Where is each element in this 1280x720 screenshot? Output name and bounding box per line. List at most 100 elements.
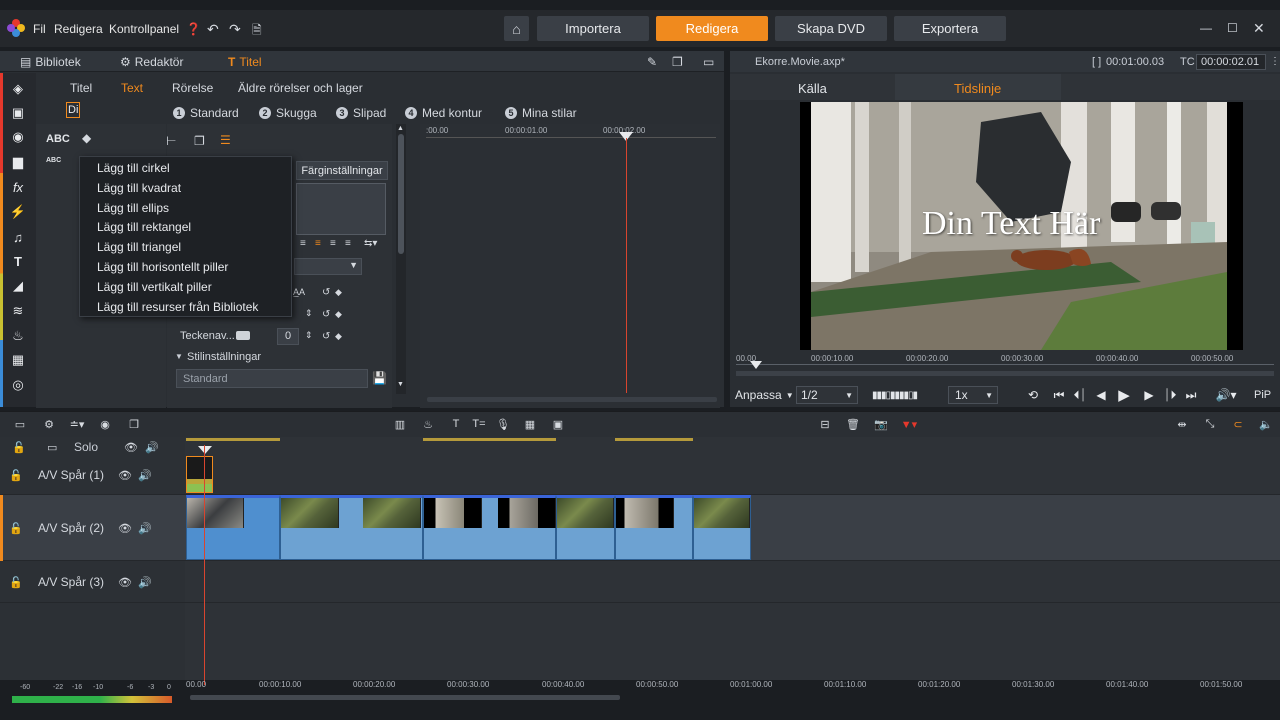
next-frame-icon[interactable]: ⏐⏵ — [1161, 386, 1179, 404]
style-standard[interactable]: 1 Standard — [173, 106, 239, 120]
title-clip[interactable] — [186, 456, 213, 493]
mode-import[interactable]: Importera — [537, 16, 649, 41]
lock-icon[interactable]: 🔓 — [9, 469, 23, 482]
layout-icon[interactable]: ▭ — [703, 55, 714, 69]
layer-name-field[interactable]: Di — [66, 102, 80, 118]
mode-create-dvd[interactable]: Skapa DVD — [775, 16, 887, 41]
eye-icon[interactable]: 👁 — [118, 469, 132, 482]
properties-scrollbar[interactable] — [396, 124, 406, 394]
subtab-motion[interactable]: Rörelse — [172, 81, 213, 95]
timeline-layout-icon[interactable]: ▭ — [12, 416, 28, 432]
monitor-icon[interactable]: ▭ — [47, 441, 57, 454]
motion-icon[interactable]: ◢ — [9, 277, 27, 295]
menu-edit[interactable]: Redigera — [54, 22, 103, 36]
storyboard-icon[interactable]: ❐ — [126, 416, 142, 432]
audio-scrub-icon[interactable]: ▮▮▮▯▮▮▮▮▯▮ — [872, 386, 918, 404]
menu-item-add-horizontal-pill[interactable]: Lägg till horisontellt piller — [80, 258, 291, 278]
save-style-icon[interactable]: 💾 — [372, 371, 387, 385]
audio-ducking-icon[interactable]: ♨ — [420, 416, 436, 432]
keyframe-icon[interactable]: ◆ — [335, 309, 342, 320]
timeline-playhead[interactable] — [204, 445, 205, 685]
track-options-icon[interactable]: ≐▾ — [66, 416, 88, 432]
align-right-text-icon[interactable]: ≡ — [330, 238, 336, 249]
step-forward-icon[interactable]: ▶ — [1140, 386, 1158, 404]
speaker-icon[interactable]: 🔊 — [138, 469, 152, 482]
align-left-icon[interactable]: ⊢ — [166, 134, 176, 148]
timecode-field[interactable]: 00:00:02.01 — [1196, 54, 1266, 70]
tab-library[interactable]: ▤ Bibliotek — [20, 55, 81, 69]
timeline-settings-icon[interactable]: ⚙ — [41, 416, 57, 432]
menu-item-add-square[interactable]: Lägg till kvadrat — [80, 179, 291, 199]
align-left-text-icon[interactable]: ≡ — [300, 238, 306, 249]
copy-icon[interactable]: ❐ — [672, 55, 683, 69]
eye-icon[interactable]: 👁 — [118, 576, 132, 589]
video-clip[interactable] — [615, 495, 693, 560]
pin-icon[interactable]: ✎ — [647, 55, 657, 69]
marker-icon[interactable]: ▼▾ — [897, 416, 921, 432]
cut-icon[interactable]: ⊟ — [817, 416, 833, 432]
mode-edit[interactable]: Redigera — [656, 16, 768, 41]
menu-item-add-vertical-pill[interactable]: Lägg till vertikalt piller — [80, 278, 291, 298]
menu-item-add-circle[interactable]: Lägg till cirkel — [80, 159, 291, 179]
prev-frame-icon[interactable]: ⏴⏐ — [1071, 386, 1089, 404]
subtab-text[interactable]: Text — [121, 81, 143, 95]
speaker-icon[interactable]: 🔊 — [138, 576, 152, 589]
menu-item-add-ellipse[interactable]: Lägg till ellips — [80, 199, 291, 219]
lock-icon[interactable]: 🔓 — [12, 441, 26, 454]
stack-icon[interactable]: ≋ — [9, 302, 27, 320]
audio-scrub-icon[interactable]: 🔈 — [1258, 416, 1274, 432]
effects-icon[interactable]: fx — [9, 178, 27, 196]
undo-icon[interactable]: ↶ — [207, 21, 219, 38]
timeline-scrollbar[interactable] — [190, 695, 620, 700]
reset-icon[interactable]: ↺ — [322, 331, 330, 342]
film-icon[interactable]: ▦ — [9, 351, 27, 369]
keyframe-icon[interactable]: ◆ — [335, 287, 342, 298]
add-shape-icon[interactable]: ◆ — [82, 131, 91, 145]
scroll-up-icon[interactable]: ▲ — [397, 125, 404, 132]
audio-levels-icon[interactable]: ▥ — [392, 416, 408, 432]
reset-icon[interactable]: ↺ — [322, 287, 330, 298]
speaker-icon[interactable]: 🔊 — [138, 522, 152, 535]
transition-icon[interactable]: ⚡ — [9, 203, 27, 221]
menu-item-add-triangle[interactable]: Lägg till triangel — [80, 238, 291, 258]
video-clip[interactable] — [556, 495, 615, 560]
collapse-icon[interactable]: ▼ — [175, 352, 183, 361]
title-motion-icon[interactable]: T= — [471, 416, 487, 432]
color-settings-button[interactable]: Färginställningar — [296, 161, 388, 180]
subtab-legacy[interactable]: Äldre rörelser och lager — [238, 81, 363, 95]
screen-capture-icon[interactable]: ▣ — [550, 416, 566, 432]
scrollbar-thumb[interactable] — [398, 134, 404, 254]
tab-editor[interactable]: ⚙ Redaktör — [120, 55, 183, 69]
text-icon[interactable]: T — [9, 252, 27, 270]
mini-timeline-scrollbar[interactable] — [427, 397, 717, 402]
loop-icon[interactable]: ⟲ — [1024, 386, 1042, 404]
subtab-title[interactable]: Titel — [70, 81, 92, 95]
align-center-text-icon[interactable]: ≡ — [315, 238, 321, 249]
solo-icon[interactable]: ◉ — [97, 416, 113, 432]
media-icon[interactable]: ◈ — [9, 80, 27, 98]
filmstrip-icon[interactable]: ▦ — [522, 416, 538, 432]
char-spacing-slider[interactable] — [236, 331, 250, 340]
fit-dropdown[interactable]: Anpassa ▼ — [735, 386, 794, 404]
menu-file[interactable]: Fil — [33, 22, 46, 36]
step-back-icon[interactable]: ◀ — [1092, 386, 1110, 404]
video-clip[interactable] — [423, 495, 556, 560]
lock-icon[interactable]: 🔓 — [9, 522, 23, 535]
speed-dropdown[interactable]: 1x ▼ — [948, 386, 998, 404]
menu-item-add-rectangle[interactable]: Lägg till rektangel — [80, 218, 291, 238]
magnet-icon[interactable]: ⇹ — [1174, 416, 1190, 432]
stepper-icon[interactable]: ⇕ — [305, 330, 313, 341]
add-title-icon[interactable]: T — [448, 416, 464, 432]
justify-icon[interactable]: ☰ — [220, 133, 231, 147]
audio-fx-icon[interactable]: ♨ — [9, 327, 27, 345]
tab-source[interactable]: Källa — [798, 81, 827, 96]
reset-icon[interactable]: ↺ — [322, 309, 330, 320]
document-icon[interactable]: 🗎 — [252, 21, 262, 42]
voiceover-icon[interactable]: 🎙 — [495, 416, 511, 432]
preview-playhead-handle[interactable] — [750, 361, 762, 369]
eye-icon[interactable]: 👁 — [124, 441, 138, 454]
mode-export[interactable]: Exportera — [894, 16, 1006, 41]
menu-control-panel[interactable]: Kontrollpanel — [109, 22, 179, 36]
style-shadow[interactable]: 2 Skugga — [259, 106, 317, 120]
go-start-icon[interactable]: ⏮ — [1050, 386, 1068, 404]
